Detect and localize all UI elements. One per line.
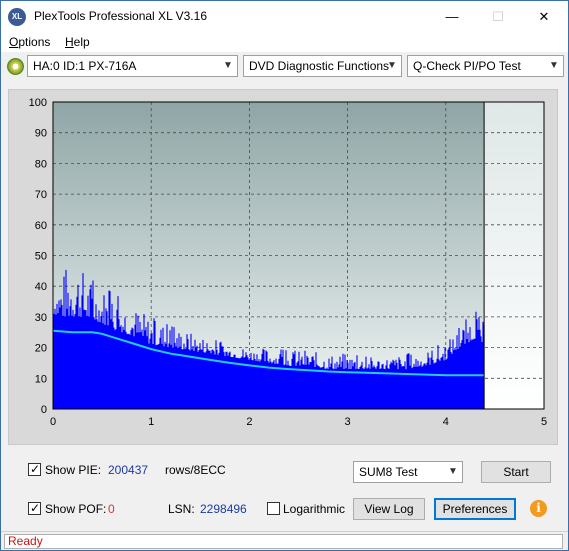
test-select-value: Q-Check PI/PO Test bbox=[413, 59, 521, 73]
y-tick-label: 90 bbox=[35, 128, 47, 140]
show-pof-label: Show POF: bbox=[45, 502, 107, 516]
menu-options[interactable]: Options bbox=[9, 35, 50, 49]
x-tick-label: 3 bbox=[345, 416, 351, 428]
window-title: PlexTools Professional XL V3.16 bbox=[34, 9, 207, 23]
close-button[interactable]: ✕ bbox=[521, 1, 567, 32]
lsn-value: 2298496 bbox=[200, 502, 247, 516]
pi-po-chart: 0 10 20 30 40 50 60 70 80 90 100 0 1 2 3 4 5 bbox=[8, 89, 558, 445]
y-tick-label: 100 bbox=[29, 97, 47, 109]
chevron-down-icon: ▼ bbox=[387, 60, 397, 71]
chevron-down-icon: ▼ bbox=[223, 60, 233, 71]
pof-value: 0 bbox=[108, 502, 115, 516]
minimize-button[interactable]: — bbox=[429, 1, 475, 32]
app-icon: XL bbox=[8, 8, 26, 26]
show-pof-checkbox[interactable]: ✓ bbox=[28, 501, 41, 515]
toolbar: HA:0 ID:1 PX-716A ▼ DVD Diagnostic Funct… bbox=[1, 53, 568, 81]
y-tick-label: 70 bbox=[35, 189, 47, 201]
checkmark-icon: ✓ bbox=[30, 462, 41, 476]
status-text: Ready bbox=[4, 534, 563, 549]
function-select-value: DVD Diagnostic Functions bbox=[249, 59, 390, 73]
menu-help[interactable]: Help bbox=[65, 35, 90, 49]
y-tick-label: 80 bbox=[35, 158, 47, 170]
x-tick-label: 5 bbox=[541, 416, 547, 428]
checkmark-icon: ✓ bbox=[30, 501, 41, 515]
menu-bar: Options Help bbox=[1, 32, 568, 52]
show-pie-checkbox[interactable]: ✓ bbox=[28, 462, 41, 476]
y-tick-label: 10 bbox=[35, 373, 47, 385]
chevron-down-icon: ▼ bbox=[448, 466, 458, 477]
pie-value: 200437 bbox=[108, 463, 149, 477]
y-tick-label: 30 bbox=[35, 312, 47, 324]
lsn-label: LSN: bbox=[168, 502, 195, 516]
logarithmic-label: Logarithmic bbox=[283, 502, 346, 516]
y-tick-label: 40 bbox=[35, 281, 47, 293]
sum-test-select[interactable]: SUM8 Test ▼ bbox=[353, 461, 463, 483]
info-icon: i bbox=[530, 500, 547, 517]
view-log-button[interactable]: View Log bbox=[353, 498, 425, 520]
app-window: XL PlexTools Professional XL V3.16 — ☐ ✕… bbox=[0, 0, 569, 551]
y-tick-label: 20 bbox=[35, 343, 47, 355]
x-tick-label: 0 bbox=[50, 416, 56, 428]
chevron-down-icon: ▼ bbox=[549, 60, 559, 71]
y-tick-label: 0 bbox=[41, 404, 47, 416]
drive-select-value: HA:0 ID:1 PX-716A bbox=[33, 59, 137, 73]
start-button[interactable]: Start bbox=[481, 461, 551, 483]
x-tick-label: 4 bbox=[443, 416, 449, 428]
title-bar: XL PlexTools Professional XL V3.16 — ☐ ✕ bbox=[1, 1, 568, 32]
logarithmic-checkbox[interactable] bbox=[267, 502, 280, 515]
preferences-button[interactable]: Preferences bbox=[434, 498, 516, 520]
y-tick-label: 60 bbox=[35, 220, 47, 232]
info-button[interactable]: i bbox=[527, 498, 549, 520]
sum-test-value: SUM8 Test bbox=[359, 465, 418, 479]
test-select[interactable]: Q-Check PI/PO Test ▼ bbox=[407, 55, 564, 77]
show-pie-label: Show PIE: bbox=[45, 463, 102, 477]
drive-select[interactable]: HA:0 ID:1 PX-716A ▼ bbox=[27, 55, 238, 77]
maximize-button[interactable]: ☐ bbox=[475, 1, 521, 32]
controls-panel: ✓ Show PIE: 200437 rows/8ECC SUM8 Test ▼… bbox=[8, 453, 558, 526]
function-select[interactable]: DVD Diagnostic Functions ▼ bbox=[243, 55, 402, 77]
disc-icon bbox=[7, 58, 24, 75]
status-bar: Ready bbox=[1, 531, 568, 550]
y-tick-label: 50 bbox=[35, 251, 47, 263]
pie-unit: rows/8ECC bbox=[165, 463, 226, 477]
x-tick-label: 1 bbox=[148, 416, 154, 428]
chart-canvas: 0 10 20 30 40 50 60 70 80 90 100 0 1 2 3 4 5 bbox=[29, 97, 547, 428]
x-tick-label: 2 bbox=[246, 416, 252, 428]
